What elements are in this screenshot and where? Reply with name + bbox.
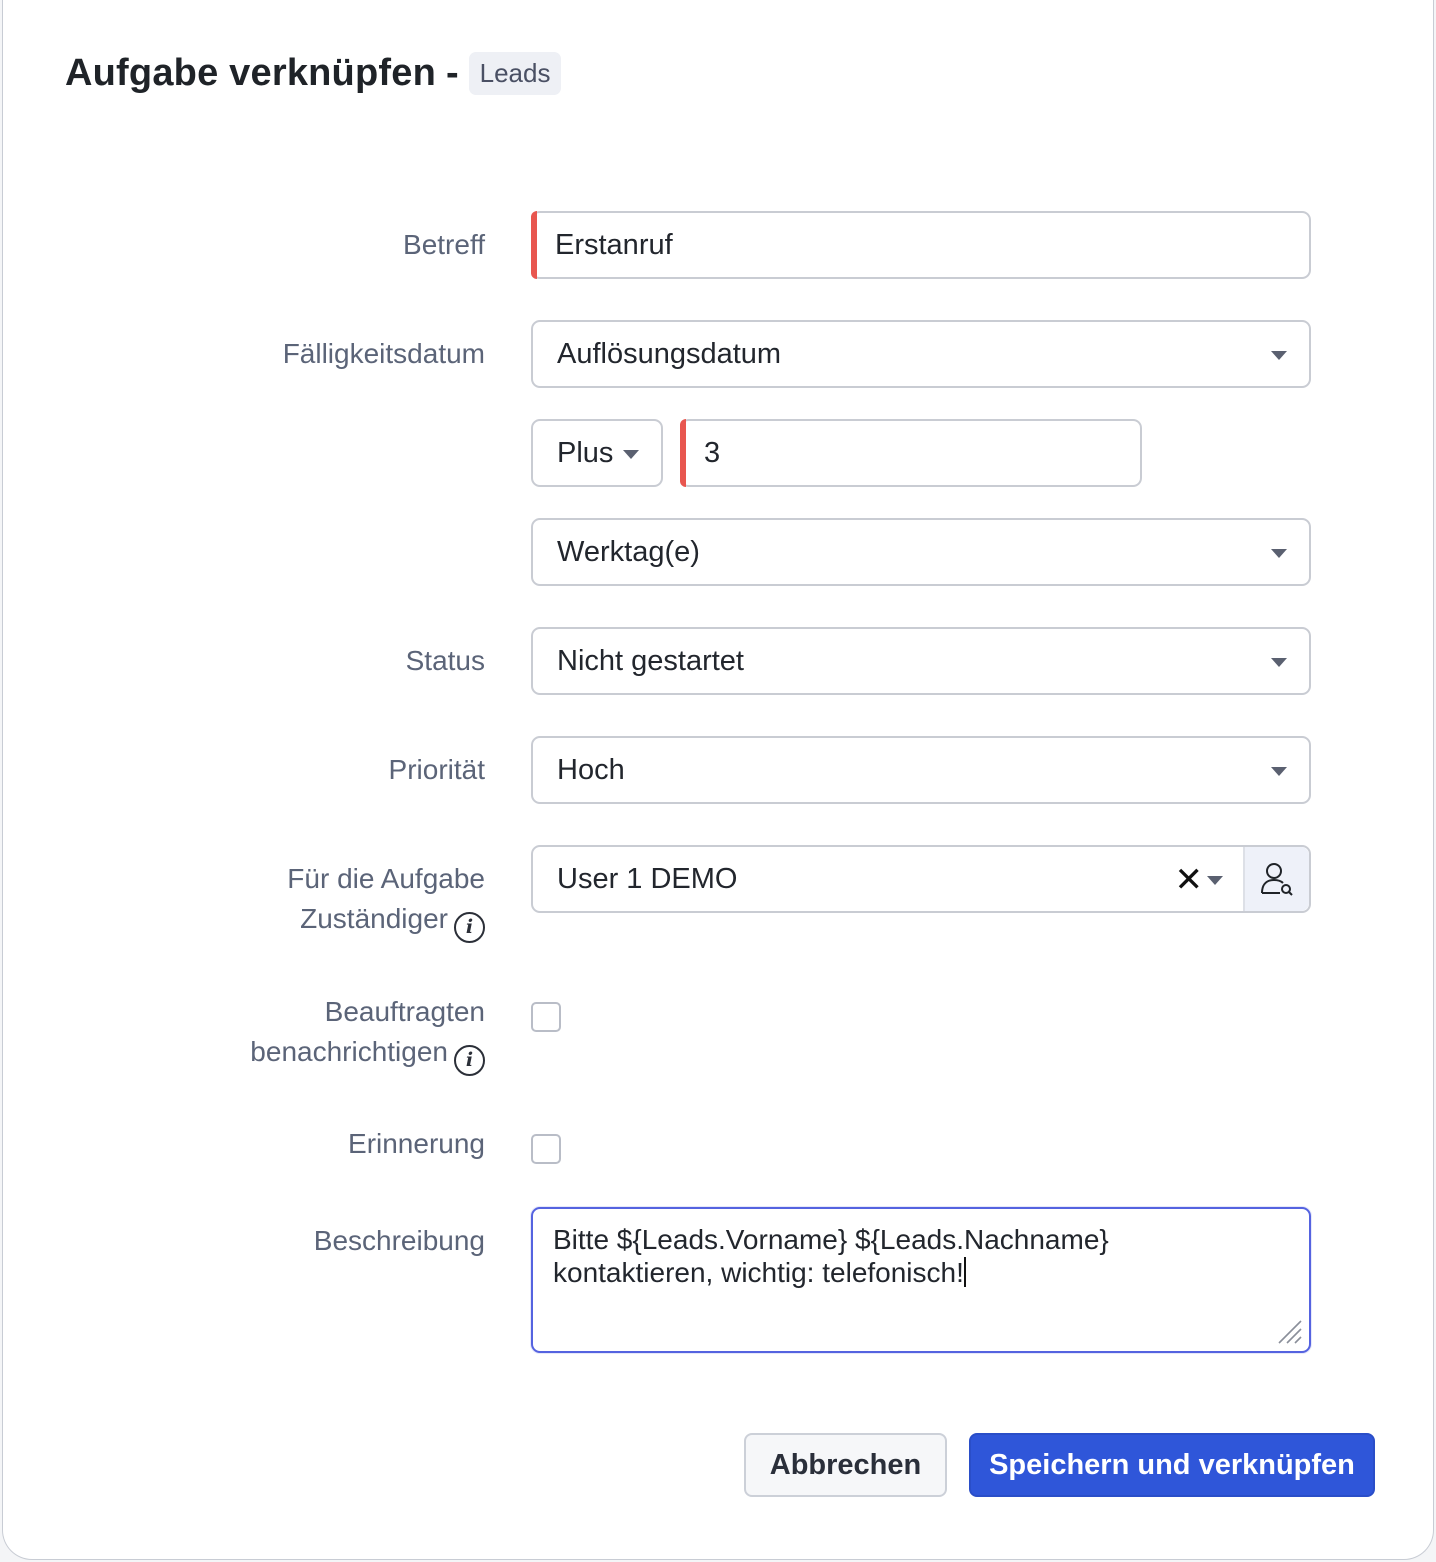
save-and-link-button[interactable]: Speichern und verknüpfen <box>969 1433 1375 1497</box>
assignee-label: Für die Aufgabe Zuständiger i <box>287 859 485 943</box>
due-date-base-value: Auflösungsdatum <box>557 337 782 370</box>
info-icon[interactable]: i <box>454 1045 485 1076</box>
subject-input[interactable]: Erstanruf <box>531 211 1311 279</box>
cancel-button[interactable]: Abbrechen <box>744 1433 947 1497</box>
due-date-operator-value: Plus <box>557 436 614 469</box>
subject-label: Betreff <box>403 229 485 260</box>
assignee-select[interactable]: User 1 DEMO ✕ <box>531 845 1311 913</box>
priority-value: Hoch <box>557 753 625 786</box>
dialog-header: Aufgabe verknüpfen - Leads <box>65 52 562 95</box>
due-date-operator-select[interactable]: Plus <box>531 419 663 487</box>
assignee-value: User 1 DEMO <box>557 862 738 895</box>
assignee-label-line1: Für die Aufgabe <box>287 863 485 894</box>
description-line-1: Bitte ${Leads.Vorname} ${Leads.Nachname} <box>553 1224 1109 1255</box>
status-select[interactable]: Nicht gestartet <box>531 627 1311 695</box>
clear-icon[interactable]: ✕ <box>1175 860 1204 900</box>
description-line-2: kontaktieren, wichtig: telefonisch! <box>553 1257 964 1288</box>
assignee-label-line2: Zuständiger <box>300 903 448 934</box>
resize-handle-icon[interactable] <box>1277 1319 1303 1345</box>
due-date-unit-value: Werktag(e) <box>557 535 700 568</box>
status-label: Status <box>405 645 485 676</box>
priority-select[interactable]: Hoch <box>531 736 1311 804</box>
priority-label: Priorität <box>388 754 485 785</box>
link-task-dialog: Aufgabe verknüpfen - Leads Betreff Ersta… <box>2 0 1434 1560</box>
description-textarea[interactable]: Bitte ${Leads.Vorname} ${Leads.Nachname}… <box>531 1207 1311 1353</box>
chevron-down-icon <box>623 450 639 459</box>
module-badge: Leads <box>468 52 562 95</box>
notify-label-line1: Beauftragten <box>324 996 485 1027</box>
notify-label: Beauftragten benachrichtigen i <box>250 992 485 1076</box>
subject-value: Erstanruf <box>555 228 673 261</box>
reminder-label: Erinnerung <box>348 1128 485 1159</box>
chevron-down-icon <box>1271 351 1287 360</box>
reminder-checkbox[interactable] <box>531 1134 561 1164</box>
notify-label-line2: benachrichtigen <box>250 1036 448 1067</box>
due-date-amount-value: 3 <box>704 436 721 469</box>
due-date-base-select[interactable]: Auflösungsdatum <box>531 320 1311 388</box>
title-separator: - <box>445 52 459 94</box>
chevron-down-icon <box>1271 549 1287 558</box>
user-search-button[interactable] <box>1243 847 1309 911</box>
status-value: Nicht gestartet <box>557 644 744 677</box>
dialog-title: Aufgabe verknüpfen <box>65 52 436 94</box>
description-label: Beschreibung <box>313 1225 485 1256</box>
chevron-down-icon <box>1271 658 1287 667</box>
user-search-icon <box>1261 863 1293 896</box>
text-cursor <box>963 1257 966 1287</box>
notify-checkbox[interactable] <box>531 1002 561 1032</box>
chevron-down-icon <box>1271 767 1287 776</box>
due-date-unit-select[interactable]: Werktag(e) <box>531 518 1311 586</box>
chevron-down-icon[interactable] <box>1207 876 1223 885</box>
due-date-amount-input[interactable]: 3 <box>680 419 1142 487</box>
due-date-label: Fälligkeitsdatum <box>282 338 485 369</box>
info-icon[interactable]: i <box>454 912 485 943</box>
